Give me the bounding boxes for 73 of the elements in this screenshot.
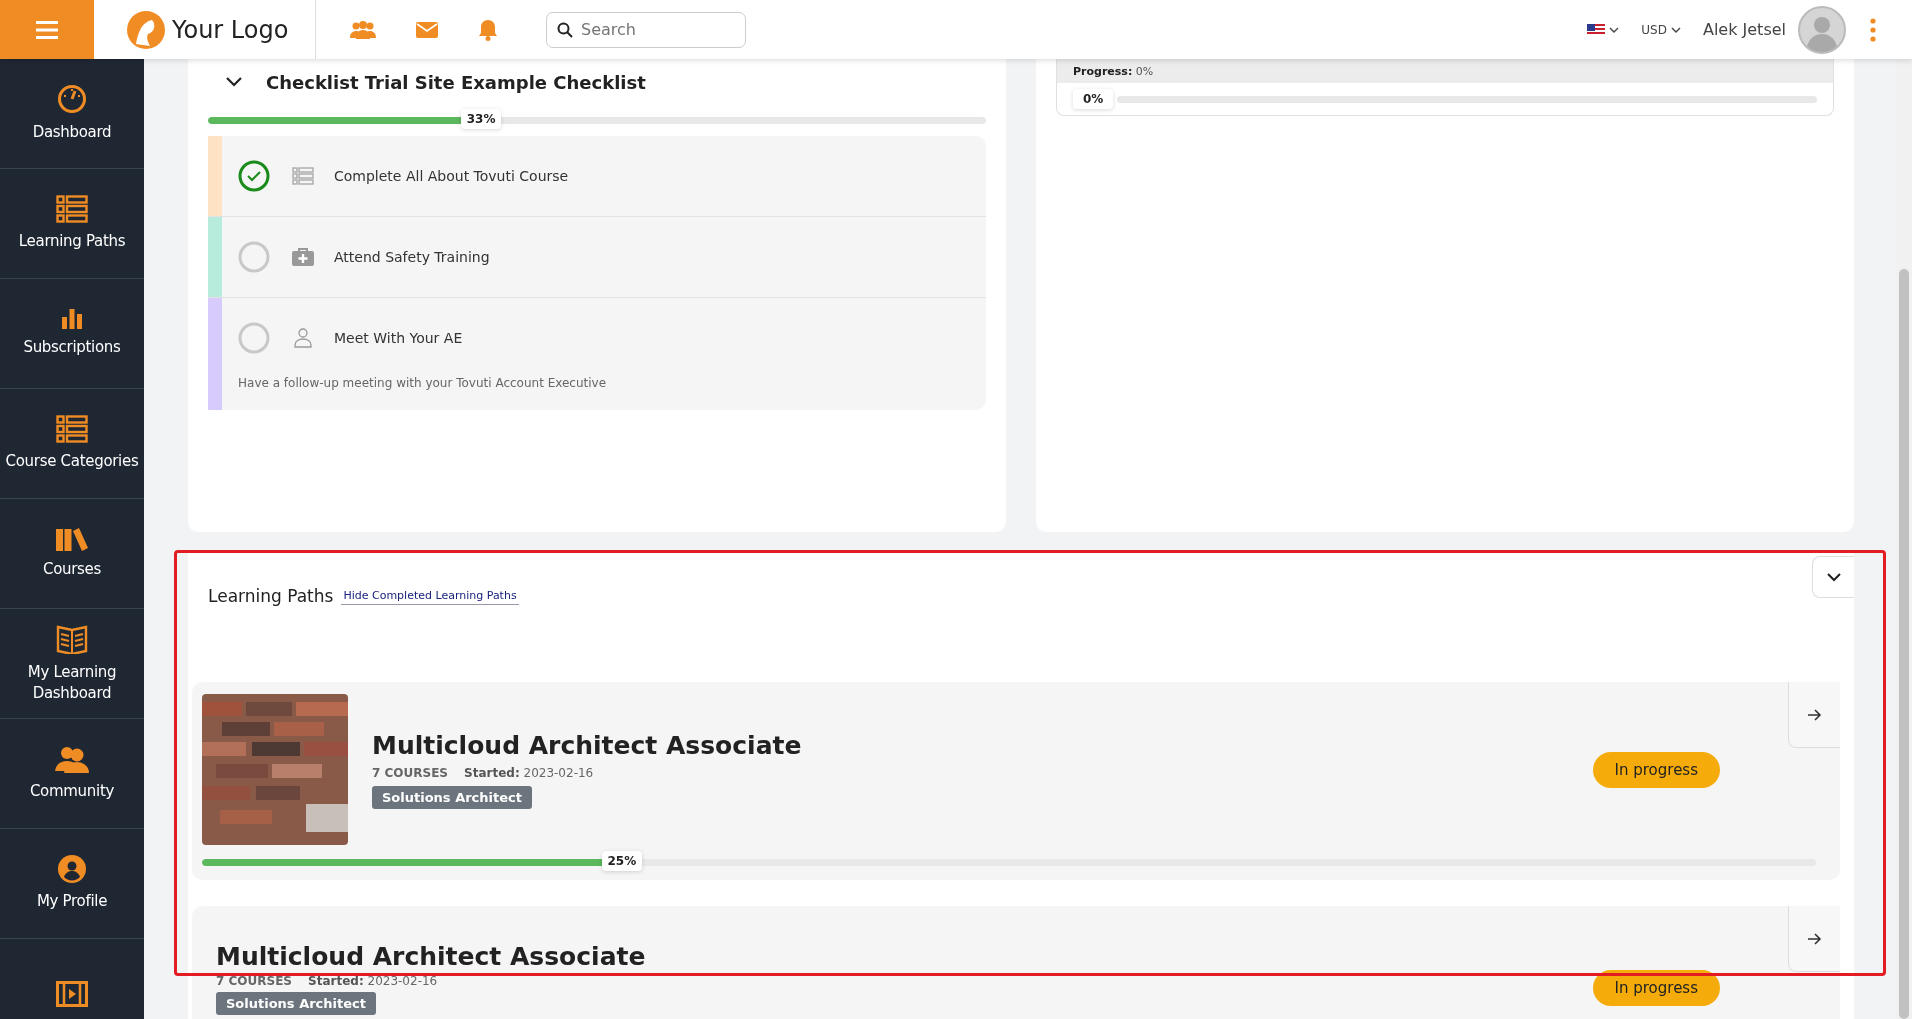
menu-button[interactable]: [0, 0, 94, 59]
books-icon: [56, 527, 88, 551]
category-tag: Solutions Architect: [372, 785, 532, 809]
search-icon: [557, 21, 573, 38]
start-date: Started: 2023-02-16: [464, 765, 594, 780]
hide-completed-link[interactable]: Hide Completed Learning Paths: [341, 587, 519, 605]
checklist-item-label: Meet With Your AE: [334, 330, 463, 346]
sidebar-item[interactable]: Course Categories: [0, 389, 144, 499]
people-icon: [55, 745, 89, 773]
arrow-right-icon: [1807, 708, 1822, 721]
scrollbar-thumb[interactable]: [1899, 269, 1909, 1019]
list-icon: [56, 415, 88, 443]
progress-percent: 33%: [460, 109, 502, 129]
status-badge: In progress: [1592, 970, 1720, 1006]
user-name[interactable]: Alek Jetsel: [1702, 20, 1786, 39]
profile-icon: [58, 855, 86, 883]
people-icon[interactable]: [350, 20, 376, 39]
sidebar-item[interactable]: Subscriptions: [0, 279, 144, 389]
list-icon: [292, 167, 314, 185]
caret-icon: [1609, 26, 1620, 33]
checkbox[interactable]: [238, 160, 270, 192]
sidebar-item[interactable]: My Profile: [0, 829, 144, 939]
sidebar-item[interactable]: Learning Paths: [0, 169, 144, 279]
checklist-item-label: Complete All About Tovuti Course: [334, 168, 569, 184]
learning-path-title: Multicloud Architect Associate: [216, 942, 646, 971]
language-selector[interactable]: [1587, 23, 1620, 36]
bell-icon[interactable]: [478, 18, 498, 41]
checklist-item[interactable]: Complete All About Tovuti Course: [208, 136, 986, 217]
learning-path-card[interactable]: Multicloud Architect Associate 7 COURSES Started: 2023-02-16 Solutions Architect In progress 25%: [192, 682, 1840, 880]
logo-icon: [126, 9, 166, 50]
checklist-item[interactable]: Meet With Your AE Have a follow-up meeting with your Tovuti Account Executive: [208, 298, 986, 410]
logo-text[interactable]: Your Logo: [172, 15, 289, 44]
progress-label: Progress: 0%: [1073, 64, 1154, 78]
checklist-title: Checklist Trial Site Example Checklist: [266, 71, 646, 93]
sidebar-item[interactable]: Dashboard: [0, 59, 144, 169]
mail-icon[interactable]: [416, 21, 438, 38]
learning-path-title: Multicloud Architect Associate: [372, 730, 802, 760]
open-button[interactable]: [1788, 682, 1840, 748]
open-book-icon: [56, 623, 88, 654]
person-icon: [292, 328, 314, 348]
checklist-item[interactable]: Attend Safety Training: [208, 217, 986, 298]
menu-icon: [36, 20, 58, 39]
checkbox[interactable]: [238, 322, 270, 354]
category-tag: Solutions Architect: [216, 992, 376, 1016]
progress-percent: 25%: [601, 851, 643, 871]
search-field[interactable]: Search: [546, 11, 746, 48]
checklist-item-label: Attend Safety Training: [334, 249, 490, 265]
checkbox[interactable]: [238, 241, 270, 273]
film-icon: [56, 980, 88, 1007]
progress-percent: 0%: [1073, 89, 1114, 109]
chevron-icon: [1826, 572, 1841, 582]
avatar-icon[interactable]: [1798, 5, 1846, 54]
checklist-item-description: Have a follow-up meeting with your Tovuti Account Executive: [238, 376, 608, 390]
currency-selector[interactable]: USD: [1641, 22, 1681, 37]
sidebar-item[interactable]: Community: [0, 719, 144, 829]
open-button[interactable]: [1788, 906, 1840, 972]
status-badge: In progress: [1592, 751, 1720, 788]
list-icon: [56, 195, 88, 223]
more-icon[interactable]: [1870, 17, 1876, 42]
sidebar-item[interactable]: Courses: [0, 499, 144, 609]
arrow-right-icon: [1807, 932, 1822, 945]
flag-icon: [1587, 23, 1606, 36]
section-title: Learning Paths: [208, 586, 334, 606]
learning-path-card[interactable]: Multicloud Architect Associate 7 COURSES Started: 2023-02-16 Solutions Architect In progress: [192, 906, 1840, 1019]
course-count: 7 COURSES: [372, 765, 448, 780]
course-count: 7 COURSES: [216, 974, 292, 989]
bar-chart-icon: [62, 309, 82, 329]
chevron-icon: [226, 77, 242, 87]
sidebar-item[interactable]: My Learning Dashboard: [0, 609, 144, 719]
start-date: Started: 2023-02-16: [308, 974, 438, 989]
caret-icon: [1670, 26, 1681, 33]
gauge-icon: [57, 84, 87, 114]
first-aid-icon: [292, 248, 314, 266]
